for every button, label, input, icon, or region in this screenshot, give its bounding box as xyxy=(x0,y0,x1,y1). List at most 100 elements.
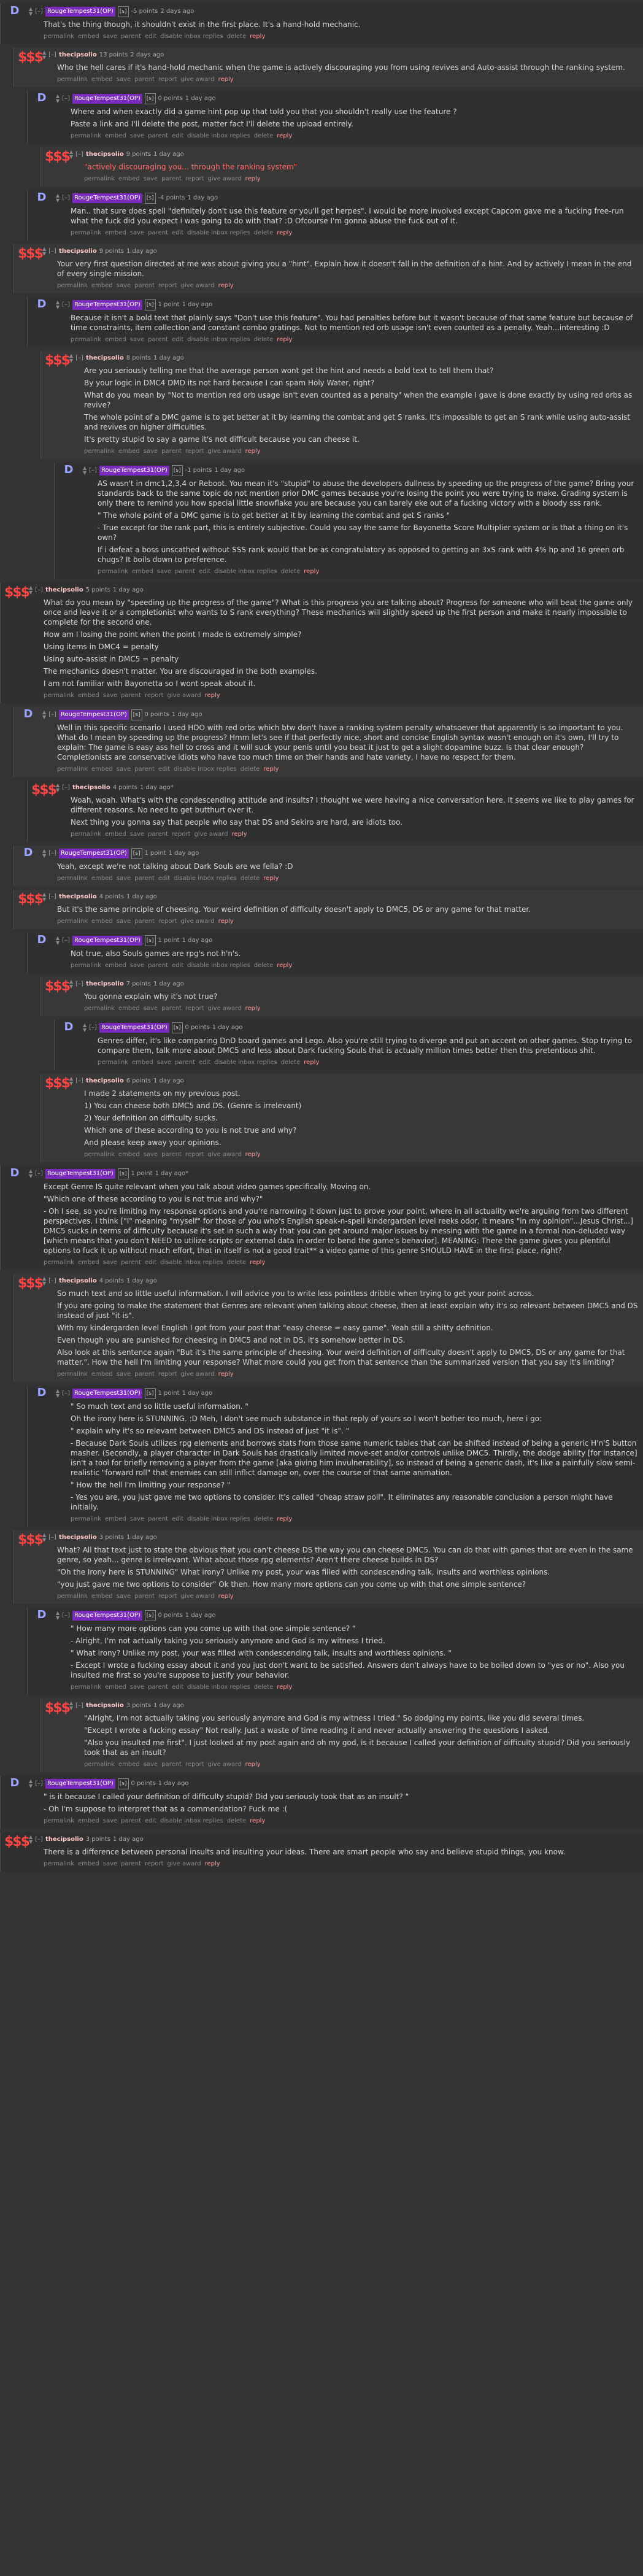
action-save[interactable]: save xyxy=(117,875,131,882)
action-report[interactable]: report xyxy=(145,1861,164,1867)
action-report[interactable]: report xyxy=(172,831,191,838)
vote-arrows[interactable]: ▲ ▼ xyxy=(83,466,87,476)
action-parent[interactable]: parent xyxy=(161,1005,182,1012)
action-report[interactable]: report xyxy=(158,76,177,83)
action-embed[interactable]: embed xyxy=(78,692,99,699)
downvote-icon[interactable]: ▼ xyxy=(56,1394,60,1398)
action-parent[interactable]: parent xyxy=(148,1516,168,1522)
action-embed[interactable]: embed xyxy=(118,1761,140,1768)
username[interactable]: RougeTempest31(OP) xyxy=(72,936,142,946)
action-report[interactable]: report xyxy=(185,1761,204,1768)
vote-arrows[interactable]: ▲ ▼ xyxy=(42,849,46,858)
collapse-toggle[interactable]: [–] xyxy=(48,892,56,902)
action-reply[interactable]: reply xyxy=(304,568,319,575)
action-delete[interactable]: delete xyxy=(281,568,301,575)
action-embed[interactable]: embed xyxy=(105,1516,126,1522)
action-delete[interactable]: delete xyxy=(254,1684,274,1691)
action-edit[interactable]: edit xyxy=(145,1818,156,1824)
action-save[interactable]: save xyxy=(130,1516,144,1522)
action-edit[interactable]: edit xyxy=(158,875,170,882)
collapse-toggle[interactable]: [–] xyxy=(48,849,56,858)
action-permalink[interactable]: permalink xyxy=(98,1059,128,1066)
action-permalink[interactable]: permalink xyxy=(84,1761,115,1768)
action-permalink[interactable]: permalink xyxy=(44,1818,74,1824)
action-permalink[interactable]: permalink xyxy=(57,875,88,882)
action-reply[interactable]: reply xyxy=(232,831,247,838)
action-give-award[interactable]: give award xyxy=(208,1005,242,1012)
action-give-award[interactable]: give award xyxy=(181,918,215,925)
action-disable-inbox-replies[interactable]: disable inbox replies xyxy=(214,1059,277,1066)
action-delete[interactable]: delete xyxy=(281,1059,301,1066)
action-parent[interactable]: parent xyxy=(134,875,155,882)
vote-arrows[interactable]: ▲ ▼ xyxy=(56,936,60,946)
username[interactable]: thecipsolio xyxy=(86,1076,124,1086)
action-parent[interactable]: parent xyxy=(148,336,168,343)
action-permalink[interactable]: permalink xyxy=(71,229,101,236)
action-parent[interactable]: parent xyxy=(161,1761,182,1768)
action-embed[interactable]: embed xyxy=(91,766,113,773)
downvote-icon[interactable]: ▼ xyxy=(42,715,46,720)
action-edit[interactable]: edit xyxy=(172,229,183,236)
action-save[interactable]: save xyxy=(144,1761,158,1768)
action-permalink[interactable]: permalink xyxy=(44,1861,74,1867)
action-save[interactable]: save xyxy=(130,336,144,343)
username[interactable]: RougeTempest31(OP) xyxy=(45,7,115,17)
action-save[interactable]: save xyxy=(117,1371,131,1378)
vote-arrows[interactable]: ▲ ▼ xyxy=(29,7,33,17)
action-permalink[interactable]: permalink xyxy=(71,133,101,139)
vote-arrows[interactable]: ▲ ▼ xyxy=(42,247,46,256)
action-embed[interactable]: embed xyxy=(78,33,99,40)
username[interactable]: thecipsolio xyxy=(45,585,83,595)
action-disable-inbox-replies[interactable]: disable inbox replies xyxy=(187,336,250,343)
action-report[interactable]: report xyxy=(185,1005,204,1012)
action-parent[interactable]: parent xyxy=(161,448,182,455)
action-disable-inbox-replies[interactable]: disable inbox replies xyxy=(174,875,237,882)
action-parent[interactable]: parent xyxy=(121,1818,141,1824)
action-parent[interactable]: parent xyxy=(161,175,182,182)
action-embed[interactable]: embed xyxy=(105,229,126,236)
action-report[interactable]: report xyxy=(158,1593,177,1600)
action-reply[interactable]: reply xyxy=(263,875,279,882)
action-disable-inbox-replies[interactable]: disable inbox replies xyxy=(187,1516,250,1522)
action-edit[interactable]: edit xyxy=(172,133,183,139)
action-embed[interactable]: embed xyxy=(118,175,140,182)
action-edit[interactable]: edit xyxy=(172,1684,183,1691)
downvote-icon[interactable]: ▼ xyxy=(29,590,33,595)
collapse-toggle[interactable]: [–] xyxy=(48,247,56,256)
action-save[interactable]: save xyxy=(130,133,144,139)
action-save[interactable]: save xyxy=(103,1861,117,1867)
vote-arrows[interactable]: ▲ ▼ xyxy=(83,1023,87,1033)
action-reply[interactable]: reply xyxy=(245,448,261,455)
username[interactable]: thecipsolio xyxy=(86,150,124,160)
downvote-icon[interactable]: ▼ xyxy=(83,1028,87,1033)
action-delete[interactable]: delete xyxy=(254,1516,274,1522)
action-disable-inbox-replies[interactable]: disable inbox replies xyxy=(160,33,223,40)
vote-arrows[interactable]: ▲ ▼ xyxy=(69,150,73,160)
action-delete[interactable]: delete xyxy=(227,33,247,40)
action-embed[interactable]: embed xyxy=(78,1818,99,1824)
downvote-icon[interactable]: ▼ xyxy=(29,1840,33,1845)
action-embed[interactable]: embed xyxy=(78,1861,99,1867)
downvote-icon[interactable]: ▼ xyxy=(42,252,46,256)
action-permalink[interactable]: permalink xyxy=(44,1259,74,1266)
action-permalink[interactable]: permalink xyxy=(98,568,128,575)
action-delete[interactable]: delete xyxy=(254,133,274,139)
action-permalink[interactable]: permalink xyxy=(57,76,88,83)
action-disable-inbox-replies[interactable]: disable inbox replies xyxy=(187,229,250,236)
action-edit[interactable]: edit xyxy=(145,33,156,40)
downvote-icon[interactable]: ▼ xyxy=(56,788,60,793)
action-parent[interactable]: parent xyxy=(148,831,168,838)
action-permalink[interactable]: permalink xyxy=(84,1151,115,1158)
action-report[interactable]: report xyxy=(185,175,204,182)
vote-arrows[interactable]: ▲ ▼ xyxy=(69,1701,73,1711)
action-permalink[interactable]: permalink xyxy=(57,918,88,925)
collapse-toggle[interactable]: [–] xyxy=(75,979,83,989)
action-permalink[interactable]: permalink xyxy=(44,33,74,40)
username[interactable]: thecipsolio xyxy=(59,892,97,902)
username[interactable]: thecipsolio xyxy=(59,247,97,256)
action-delete[interactable]: delete xyxy=(254,962,274,969)
action-delete[interactable]: delete xyxy=(227,1818,247,1824)
action-reply[interactable]: reply xyxy=(277,133,292,139)
downvote-icon[interactable]: ▼ xyxy=(56,305,60,310)
action-save[interactable]: save xyxy=(130,962,144,969)
